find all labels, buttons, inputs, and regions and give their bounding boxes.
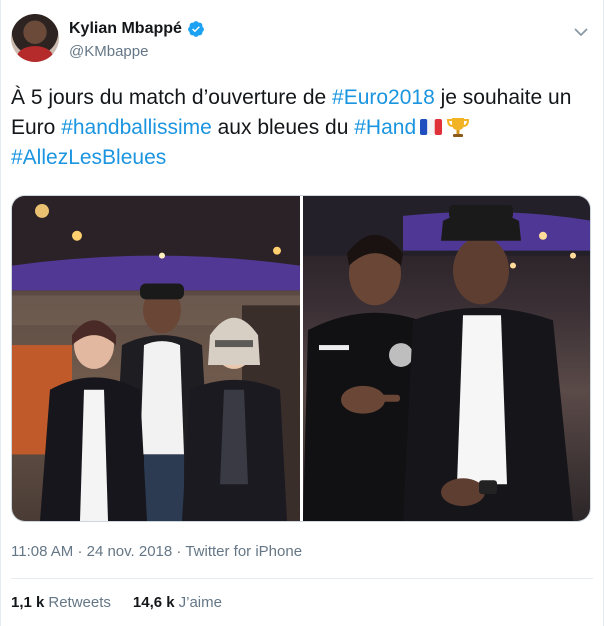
display-name[interactable]: Kylian Mbappé [69, 20, 182, 38]
tweet-photo-left[interactable] [12, 196, 300, 521]
hashtag-link[interactable]: #handballissime [61, 116, 212, 139]
tweet-date[interactable]: 24 nov. 2018 [87, 543, 173, 560]
likes-count: 14,6 k [132, 594, 175, 611]
tweet-text-segment: aux bleues du [211, 116, 355, 139]
hashtag-link[interactable]: #AllezLesBleues [11, 146, 166, 169]
hashtag-link[interactable]: #Euro2018 [332, 86, 435, 109]
user-handle[interactable]: @KMbappe [69, 43, 148, 60]
user-name-row: Kylian Mbappé [69, 20, 205, 38]
france-flag-icon [420, 119, 443, 135]
likes-label: J’aime [178, 594, 222, 611]
likes-stat[interactable]: 14,6 k J’aime [133, 594, 222, 611]
retweets-count: 1,1 k [11, 594, 45, 611]
hashtag-link[interactable]: #Hand [354, 116, 416, 139]
chevron-down-icon[interactable] [573, 24, 589, 40]
meta-separator: · [77, 543, 83, 560]
tweet-card: Kylian Mbappé @KMbappe À 5 jours du matc… [0, 0, 604, 626]
tweet-time[interactable]: 11:08 AM [11, 543, 73, 560]
retweets-label: Retweets [48, 594, 111, 611]
retweets-stat[interactable]: 1,1 k Retweets [11, 594, 111, 611]
divider [11, 578, 593, 579]
tweet-text-segment: À 5 jours du match d’ouverture de [11, 86, 333, 109]
tweet-meta: 11:08 AM · 24 nov. 2018 · Twitter for iP… [11, 543, 302, 560]
verified-badge-icon [188, 21, 204, 37]
tweet-stats: 1,1 k Retweets 14,6 k J’aime [11, 594, 222, 611]
avatar[interactable] [11, 14, 59, 62]
tweet-photo-right[interactable] [303, 196, 590, 521]
trophy-icon [447, 118, 470, 137]
media-grid [11, 195, 591, 522]
meta-separator-2: · [176, 543, 182, 560]
tweet-text: À 5 jours du match d’ouverture de #Euro2… [11, 83, 591, 173]
tweet-source[interactable]: Twitter for iPhone [185, 543, 302, 560]
